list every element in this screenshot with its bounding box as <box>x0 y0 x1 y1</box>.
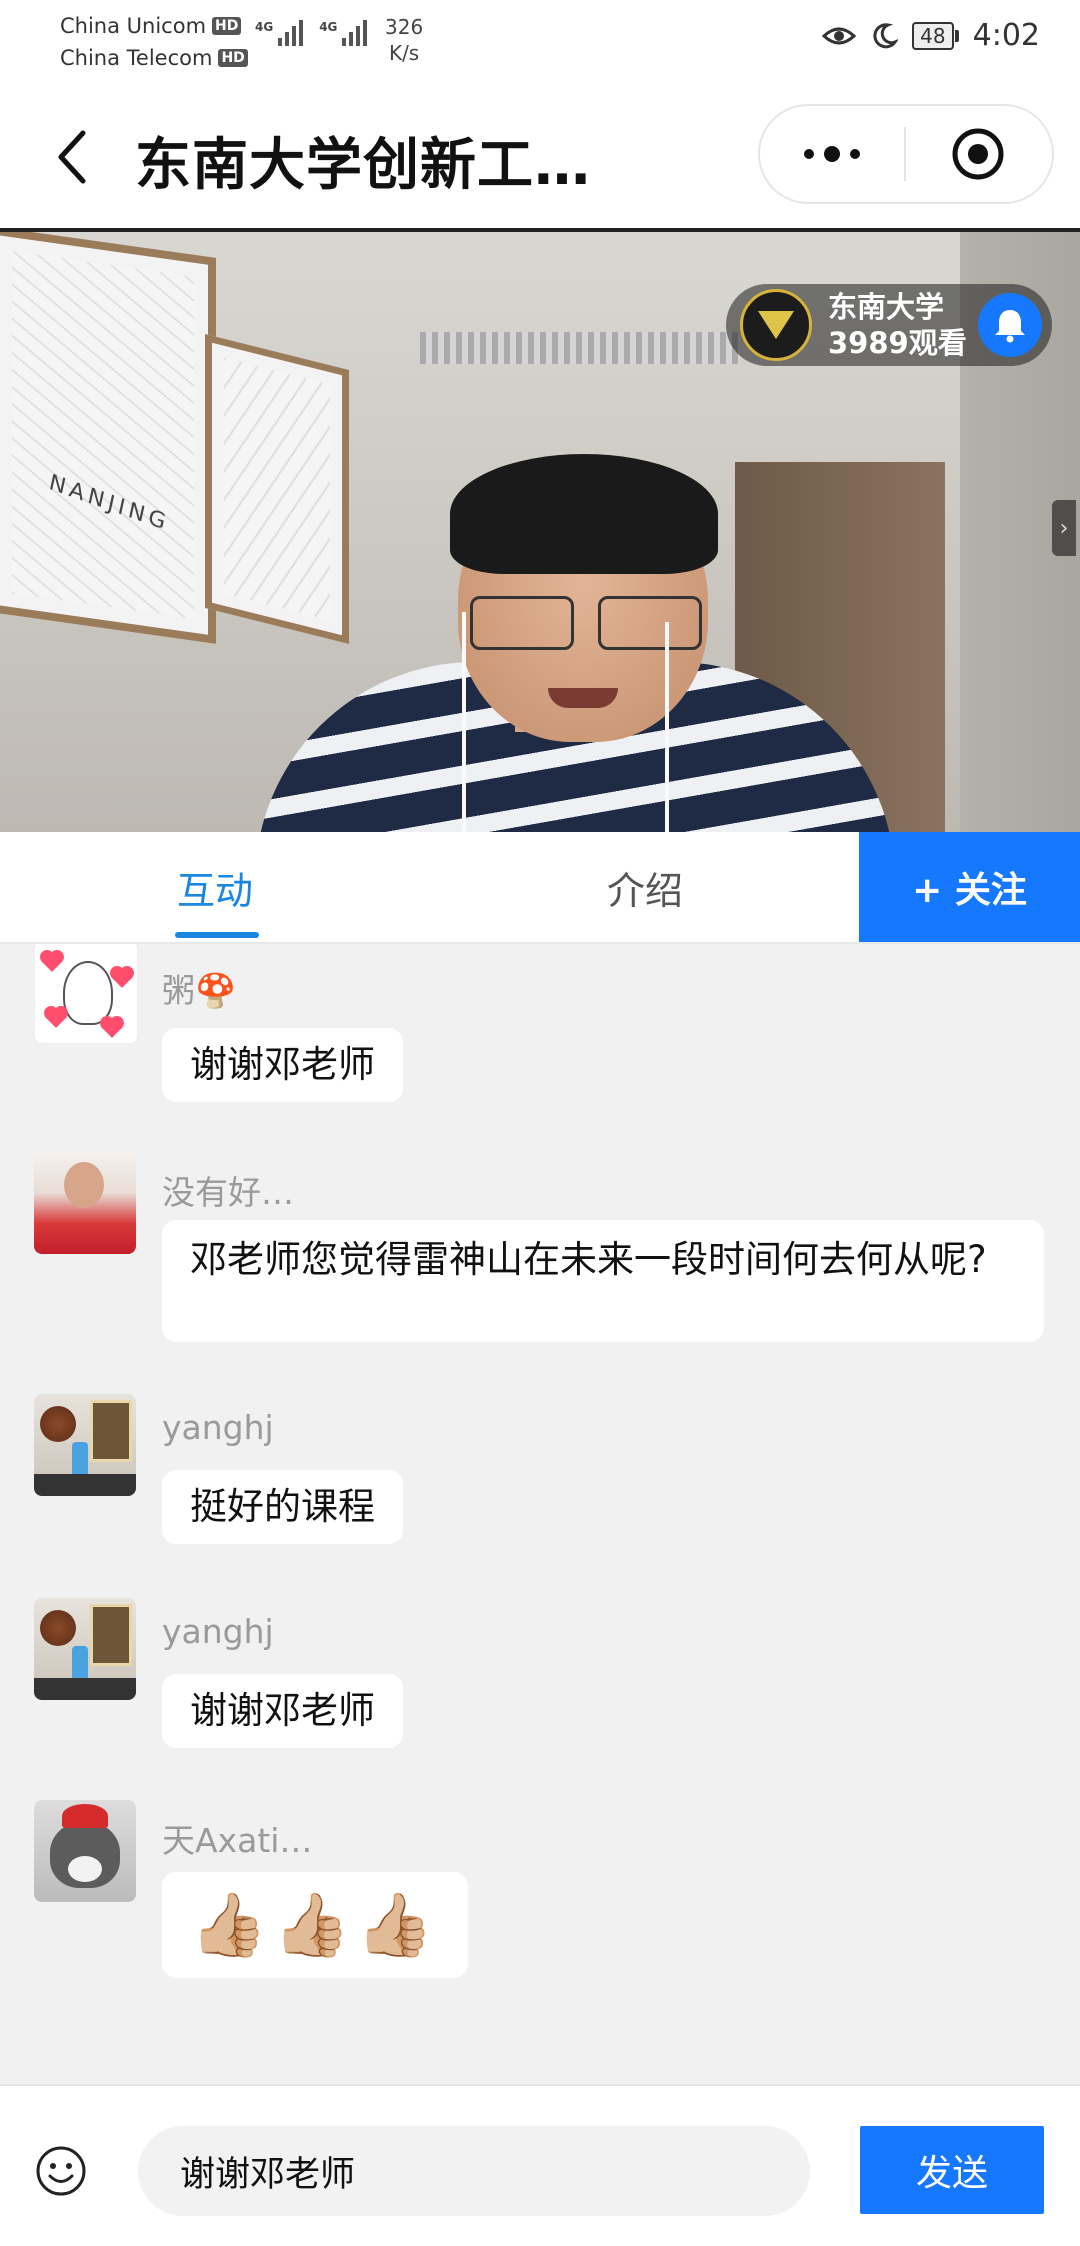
moon-icon <box>873 22 899 48</box>
signal-icon: 4G <box>319 20 368 46</box>
live-video[interactable]: NANJING 东南大学 3989观看 › <box>0 228 1080 836</box>
tab-intro[interactable]: 介绍 <box>560 832 730 942</box>
target-circle-icon <box>952 128 1004 180</box>
carrier-2: China Telecom HD <box>60 42 248 74</box>
username: 没有好… <box>162 1173 294 1212</box>
presenter <box>450 454 718 574</box>
network-type: 4G <box>319 20 338 34</box>
map-poster: NANJING <box>0 232 216 644</box>
chevron-left-icon <box>58 130 86 184</box>
composer-bar: 谢谢邓老师 发送 <box>0 2084 1080 2246</box>
avatar[interactable] <box>34 944 138 1044</box>
page-title: 东南大学创新工… <box>135 133 591 198</box>
avatar[interactable] <box>34 1394 136 1496</box>
network-speed: 326 K/s <box>385 14 423 66</box>
avatar[interactable] <box>34 1598 136 1700</box>
chat-list[interactable]: 粥🍄 谢谢邓老师 没有好… 邓老师您觉得雷神山在未来一段时间何去何从呢? yan… <box>0 944 1080 2084</box>
hd-badge: HD <box>218 49 248 67</box>
message-bubble[interactable]: 👍🏼👍🏼👍🏼 <box>162 1872 468 1978</box>
carrier-2-name: China Telecom <box>60 46 213 70</box>
status-bar: China Unicom HD China Telecom HD 4G 4G 3… <box>0 0 1080 82</box>
tab-intro-label: 介绍 <box>606 868 683 913</box>
bell-icon <box>995 310 1025 343</box>
close-miniprogram-button[interactable] <box>906 106 1050 202</box>
message-input[interactable]: 谢谢邓老师 <box>138 2126 810 2216</box>
status-right: 48 4:02 <box>822 18 1040 53</box>
message-bubble[interactable]: 挺好的课程 <box>162 1470 403 1544</box>
more-dots-icon <box>804 149 814 159</box>
host-text: 东南大学 3989观看 <box>828 289 967 361</box>
message-bubble[interactable]: 谢谢邓老师 <box>162 1674 403 1748</box>
speed-value: 326 <box>385 15 424 39</box>
subscribe-bell-button[interactable] <box>978 293 1042 357</box>
video-scene <box>420 332 740 364</box>
eye-icon <box>822 27 857 44</box>
side-panel-handle[interactable]: › <box>1052 500 1076 556</box>
send-button[interactable]: 发送 <box>860 2126 1044 2214</box>
app-header: 东南大学创新工… <box>0 82 1080 228</box>
university-logo <box>740 289 812 361</box>
avatar[interactable] <box>34 1800 136 1902</box>
message-bubble[interactable]: 谢谢邓老师 <box>162 1028 403 1102</box>
speed-unit: K/s <box>388 41 420 65</box>
viewer-count: 3989观看 <box>828 326 967 360</box>
username: yanghj <box>162 1612 274 1651</box>
hd-badge: HD <box>212 17 242 35</box>
username: yanghj <box>162 1408 274 1447</box>
network-type: 4G <box>255 20 274 34</box>
message-bubble[interactable]: 邓老师您觉得雷神山在未来一段时间何去何从呢? <box>162 1220 1044 1342</box>
tab-interaction-label: 互动 <box>176 868 253 913</box>
more-button[interactable] <box>760 106 904 202</box>
host-info-pill[interactable]: 东南大学 3989观看 <box>726 284 1052 366</box>
carrier-1: China Unicom HD <box>60 10 248 42</box>
back-button[interactable] <box>44 122 100 192</box>
carrier-info: China Unicom HD China Telecom HD <box>60 10 248 74</box>
clock: 4:02 <box>972 18 1040 53</box>
follow-button[interactable]: + 关注 <box>859 832 1080 942</box>
smiley-icon <box>36 2146 86 2196</box>
presenter <box>548 688 618 708</box>
carrier-1-name: China Unicom <box>60 14 207 38</box>
active-tab-indicator <box>175 932 259 938</box>
map-poster <box>205 334 349 644</box>
presenter <box>665 622 669 836</box>
emoji-button[interactable] <box>16 2126 106 2216</box>
avatar[interactable] <box>34 1152 136 1254</box>
tab-bar: 互动 介绍 + 关注 <box>0 832 1080 944</box>
host-name: 东南大学 <box>828 290 945 324</box>
signal-indicators: 4G 4G <box>255 20 368 46</box>
signal-icon: 4G <box>255 20 304 46</box>
username: 天Axati… <box>162 1821 313 1860</box>
username: 粥🍄 <box>162 971 237 1010</box>
tab-interaction[interactable]: 互动 <box>140 832 290 942</box>
battery-level: 48 <box>912 21 954 50</box>
miniprogram-capsule <box>758 104 1054 204</box>
battery-icon: 48 <box>912 21 959 50</box>
presenter <box>462 612 466 836</box>
